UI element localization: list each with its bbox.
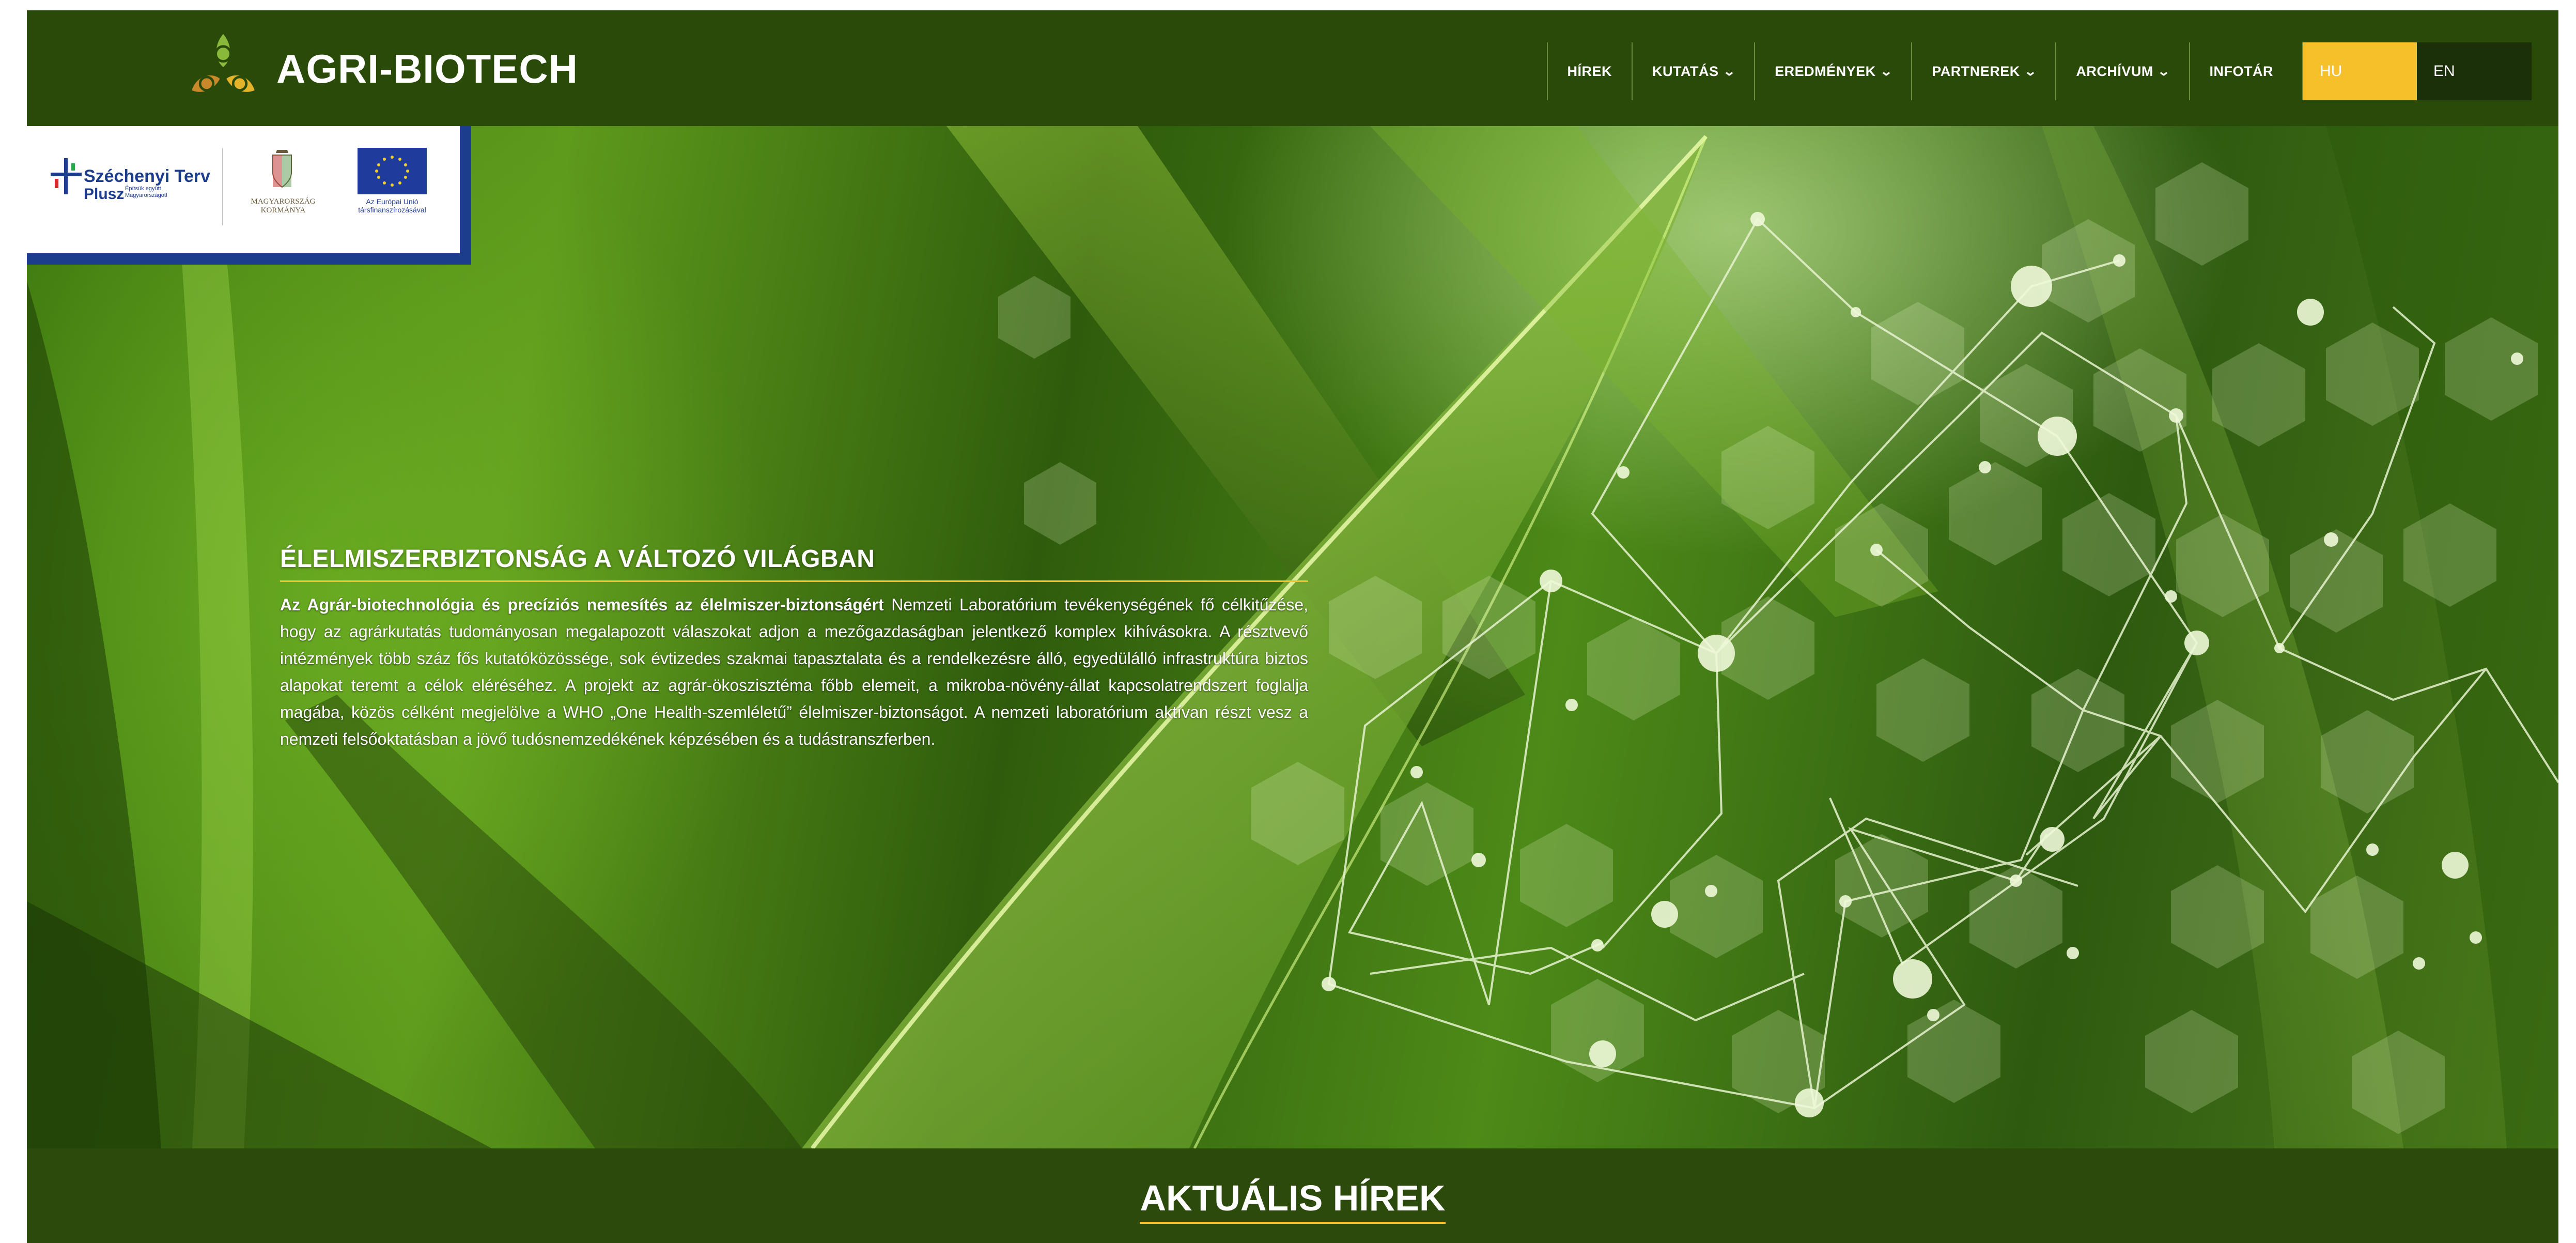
nav-item-label: HÍREK	[1567, 63, 1612, 79]
badge-arrows-icon: ›››	[420, 238, 430, 254]
intro-title: ÉLELMISZERBIZTONSÁG A VÁLTOZÓ VILÁGBAN	[280, 545, 1308, 582]
nav-item-label: ARCHÍVUM	[2076, 63, 2153, 79]
chevron-down-icon: ⌄	[1722, 64, 1736, 79]
lang-hu-button[interactable]: HU	[2302, 42, 2417, 100]
chevron-down-icon: ⌄	[1879, 64, 1894, 79]
intro-text: Nemzeti Laboratórium tevékenységének fő …	[280, 595, 1309, 748]
brand-logo-link[interactable]: AGRI-BIOTECH	[179, 25, 578, 113]
chevron-down-icon: ⌄	[2156, 64, 2171, 79]
intro-section: ÉLELMISZERBIZTONSÁG A VÁLTOZÓ VILÁGBAN A…	[280, 545, 1308, 753]
nav-item-kutatas[interactable]: KUTATÁS ⌄	[1632, 42, 1754, 100]
nav-item-eredmenyek[interactable]: EREDMÉNYEK ⌄	[1754, 42, 1911, 100]
nav-item-partnerek[interactable]: PARTNEREK ⌄	[1911, 42, 2055, 100]
hungarian-crest-icon	[272, 150, 292, 188]
news-section: AKTUÁLIS HÍREK	[27, 1148, 2558, 1243]
nav-item-label: KUTATÁS	[1652, 63, 1719, 79]
eu-flag-icon	[358, 148, 427, 194]
main-nav: HÍREK KUTATÁS ⌄ EREDMÉNYEK ⌄ PARTNEREK ⌄ AR…	[1546, 42, 2532, 100]
eu-cofinance-label: Az Európai Unió társfinanszírozásával	[358, 197, 426, 214]
intro-lead: Az Agrár-biotechnológia és precíziós nem…	[280, 595, 884, 614]
badge-divider	[222, 148, 223, 225]
szechenyi-tagline: Építsük együtt Magyarországot!	[125, 186, 167, 198]
szechenyi-subtitle: Plusz	[84, 186, 125, 203]
government-label: MAGYARORSZÁG KORMÁNYA	[251, 197, 316, 214]
nav-item-label: INFOTÁR	[2209, 63, 2273, 79]
funding-badge[interactable]: Széchenyi Terv Plusz Építsük együtt Magy…	[27, 126, 471, 265]
szechenyi-title: Széchenyi Terv	[84, 166, 211, 186]
intro-body: Az Agrár-biotechnológia és precíziós nem…	[280, 591, 1308, 753]
page-frame: AGRI-BIOTECH HÍREK KUTATÁS ⌄ EREDMÉNYEK ⌄ …	[27, 10, 2558, 1243]
nav-item-label: EREDMÉNYEK	[1775, 63, 1876, 79]
chevron-down-icon: ⌄	[2023, 64, 2038, 79]
brand-name: AGRI-BIOTECH	[276, 45, 578, 91]
news-heading: AKTUÁLIS HÍREK	[27, 1177, 2558, 1224]
leaf-spiral-logo-icon	[192, 34, 255, 92]
top-navbar: AGRI-BIOTECH HÍREK KUTATÁS ⌄ EREDMÉNYEK ⌄ …	[27, 10, 2558, 126]
nav-item-archivum[interactable]: ARCHÍVUM ⌄	[2055, 42, 2189, 100]
nav-item-infotar[interactable]: INFOTÁR	[2189, 42, 2293, 100]
hero-banner: Széchenyi Terv Plusz Építsük együtt Magy…	[27, 126, 2558, 1148]
nav-item-hirek[interactable]: HÍREK	[1546, 42, 1632, 100]
badge-side-bar	[460, 126, 471, 265]
lang-en-button[interactable]: EN	[2417, 42, 2532, 100]
news-heading-text: AKTUÁLIS HÍREK	[1140, 1177, 1446, 1224]
szechenyi-cross-icon	[51, 158, 82, 194]
nav-item-label: PARTNEREK	[1932, 63, 2020, 79]
